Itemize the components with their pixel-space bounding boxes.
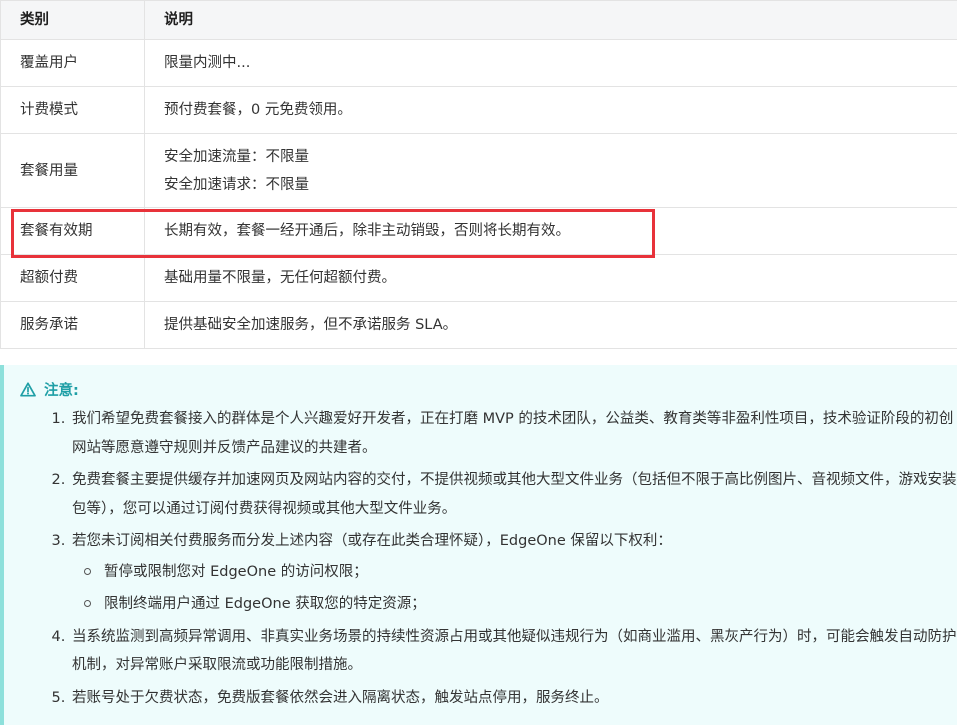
list-item-text: 若您未订阅相关付费服务而分发上述内容（或存在此类合理怀疑），EdgeOne 保留… — [72, 533, 672, 549]
row-description: 长期有效，套餐一经开通后，除非主动销毁，否则将长期有效。 — [145, 208, 957, 255]
table-row: 超额付费 基础用量不限量，无任何超额付费。 — [1, 255, 957, 302]
description-line: 安全加速流量：不限量 — [164, 143, 957, 171]
list-item: 我们希望免费套餐接入的群体是个人兴趣爱好开发者，正在打磨 MVP 的技术团队，公… — [70, 405, 957, 462]
row-category: 套餐用量 — [1, 134, 145, 208]
row-description: 基础用量不限量，无任何超额付费。 — [145, 255, 957, 302]
sub-list: 暂停或限制您对 EdgeOne 的访问权限； 限制终端用户通过 EdgeOne … — [72, 558, 957, 619]
description-line: 安全加速请求：不限量 — [164, 171, 957, 199]
row-description: 预付费套餐，0 元免费领用。 — [145, 87, 957, 134]
row-category: 超额付费 — [1, 255, 145, 302]
list-item: 当系统监测到高频异常调用、非真实业务场景的持续性资源占用或其他疑似违规行为（如商… — [70, 623, 957, 680]
plan-spec-table: 类别 说明 覆盖用户 限量内测中... 计费模式 预付费套餐，0 元免费领用。 … — [0, 0, 957, 349]
table-row: 服务承诺 提供基础安全加速服务，但不承诺服务 SLA。 — [1, 302, 957, 349]
list-item: 免费套餐主要提供缓存并加速网页及网站内容的交付，不提供视频或其他大型文件业务（包… — [70, 466, 957, 523]
row-category: 计费模式 — [1, 87, 145, 134]
notice-box: 注意: 我们希望免费套餐接入的群体是个人兴趣爱好开发者，正在打磨 MVP 的技术… — [0, 365, 957, 725]
header-description: 说明 — [145, 1, 957, 40]
table-header-row: 类别 说明 — [1, 1, 957, 40]
notice-list: 我们希望免费套餐接入的群体是个人兴趣爱好开发者，正在打磨 MVP 的技术团队，公… — [50, 405, 957, 716]
sub-list-item: 限制终端用户通过 EdgeOne 获取您的特定资源； — [84, 590, 957, 619]
notice-title: 注意: — [44, 379, 79, 400]
row-description: 限量内测中... — [145, 40, 957, 87]
list-item: 若账号处于欠费状态，免费版套餐依然会进入隔离状态，触发站点停用，服务终止。 — [70, 684, 957, 713]
notice-header: 注意: — [20, 379, 79, 400]
circle-bullet-icon — [84, 568, 91, 575]
sub-list-item: 暂停或限制您对 EdgeOne 的访问权限； — [84, 558, 957, 587]
row-category: 覆盖用户 — [1, 40, 145, 87]
circle-bullet-icon — [84, 600, 91, 607]
list-item: 若您未订阅相关付费服务而分发上述内容（或存在此类合理怀疑），EdgeOne 保留… — [70, 527, 957, 619]
table-row: 计费模式 预付费套餐，0 元免费领用。 — [1, 87, 957, 134]
row-category: 服务承诺 — [1, 302, 145, 349]
table-row: 覆盖用户 限量内测中... — [1, 40, 957, 87]
warning-triangle-icon — [20, 382, 36, 397]
table-row: 套餐有效期 长期有效，套餐一经开通后，除非主动销毁，否则将长期有效。 — [1, 208, 957, 255]
sub-list-item-text: 限制终端用户通过 EdgeOne 获取您的特定资源； — [104, 596, 426, 612]
row-category: 套餐有效期 — [1, 208, 145, 255]
table-row: 套餐用量 安全加速流量：不限量 安全加速请求：不限量 — [1, 134, 957, 208]
row-description: 提供基础安全加速服务，但不承诺服务 SLA。 — [145, 302, 957, 349]
header-category: 类别 — [1, 1, 145, 40]
sub-list-item-text: 暂停或限制您对 EdgeOne 的访问权限； — [104, 564, 368, 580]
row-description: 安全加速流量：不限量 安全加速请求：不限量 — [145, 134, 957, 208]
